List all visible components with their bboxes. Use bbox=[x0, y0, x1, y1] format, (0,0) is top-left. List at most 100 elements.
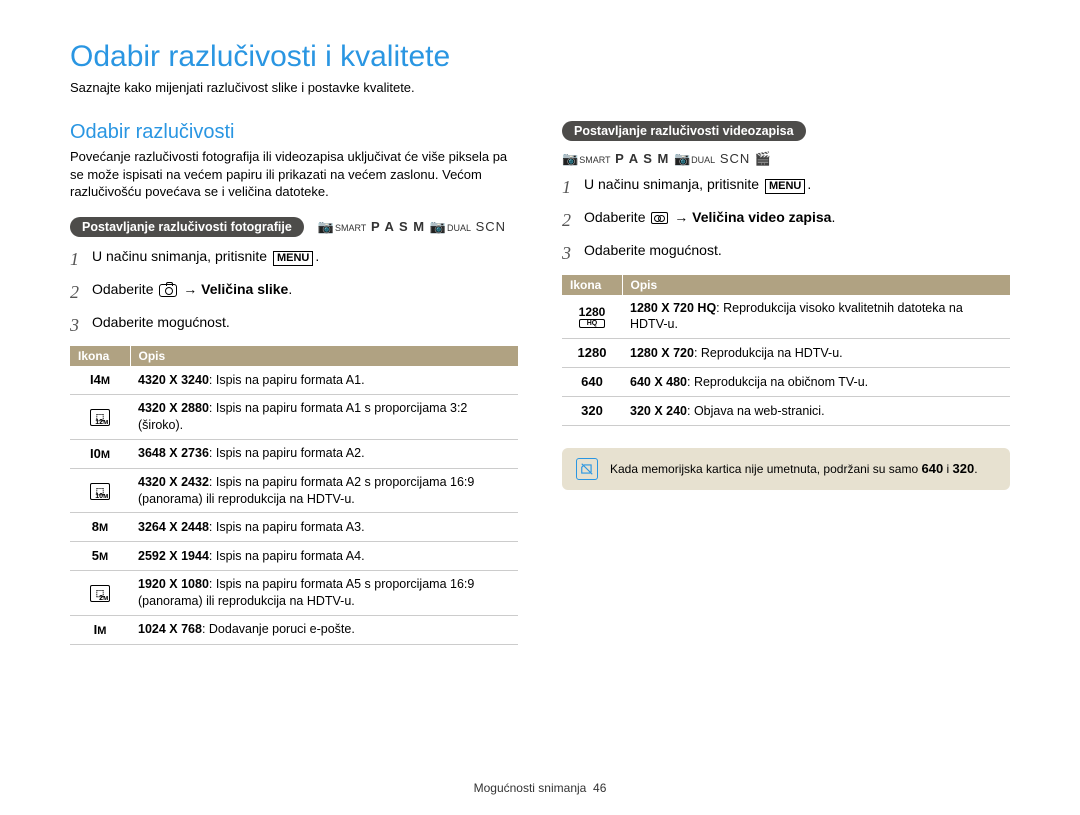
left-column: Odabir razlučivosti Povećanje razlučivos… bbox=[70, 121, 518, 645]
res-value: 320 X 240 bbox=[630, 404, 687, 418]
smart-icon: 📷SMART bbox=[318, 219, 367, 234]
table-row: 320 320 X 240: Objava na web-stranici. bbox=[562, 397, 1010, 426]
table-header-icon: Ikona bbox=[70, 346, 130, 366]
res-320-icon: 320 bbox=[581, 403, 603, 418]
mode-line: 📷SMART P A S M 📷DUAL SCN 🎬 bbox=[562, 151, 1010, 167]
dual-icon: 📷DUAL bbox=[674, 151, 715, 166]
step-number: 1 bbox=[70, 247, 92, 272]
section-title: Odabir razlučivosti bbox=[70, 121, 518, 144]
step-text: Odaberite bbox=[584, 209, 649, 225]
step-text: U načinu snimanja, pritisnite bbox=[92, 248, 271, 264]
res-8m-icon: 8M bbox=[92, 519, 108, 534]
dual-icon: 📷DUAL bbox=[430, 219, 471, 234]
section-desc: Povećanje razlučivosti fotografija ili v… bbox=[70, 148, 518, 201]
right-column: Postavljanje razlučivosti videozapisa 📷S… bbox=[562, 121, 1010, 645]
camera-icon bbox=[159, 284, 177, 297]
res-value: 3264 X 2448 bbox=[138, 520, 209, 534]
res-640-icon: 640 bbox=[581, 374, 603, 389]
table-header-desc: Opis bbox=[622, 275, 1010, 295]
footer-section: Mogućnosti snimanja bbox=[474, 781, 587, 795]
step-bold: Veličina slike bbox=[201, 281, 288, 297]
res-640-icon: 640 bbox=[921, 461, 943, 476]
smart-icon: 📷SMART bbox=[562, 151, 611, 166]
step-text: . bbox=[288, 281, 292, 297]
res-value: 3648 X 2736 bbox=[138, 446, 209, 460]
step-text: . bbox=[831, 209, 835, 225]
res-value: 1280 X 720 HQ bbox=[630, 301, 716, 315]
res-desc: : Ispis na papiru formata A2. bbox=[209, 446, 365, 460]
table-row: ⬚ 1920 X 1080: Ispis na papiru formata A… bbox=[70, 571, 518, 616]
photo-resolution-pill: Postavljanje razlučivosti fotografije bbox=[70, 217, 304, 237]
table-row: 5M 2592 X 1944: Ispis na papiru formata … bbox=[70, 542, 518, 571]
step-text: Odaberite bbox=[92, 281, 157, 297]
res-value: 4320 X 3240 bbox=[138, 373, 209, 387]
res-desc: : Ispis na papiru formata A4. bbox=[209, 549, 365, 563]
menu-button-icon: MENU bbox=[765, 179, 805, 194]
res-value: 1920 X 1080 bbox=[138, 577, 209, 591]
page-subtitle: Saznajte kako mijenjati razlučivost slik… bbox=[70, 80, 1010, 95]
step-text: Odaberite mogućnost. bbox=[92, 313, 518, 333]
note-icon bbox=[576, 458, 598, 480]
note-text: Kada memorijska kartica nije umetnuta, p… bbox=[610, 461, 978, 476]
table-header-desc: Opis bbox=[130, 346, 518, 366]
step-bold: Veličina video zapisa bbox=[692, 209, 831, 225]
table-row: 1280 1280 X 720: Reprodukcija na HDTV-u. bbox=[562, 339, 1010, 368]
res-320-icon: 320 bbox=[953, 461, 975, 476]
table-row: 8M 3264 X 2448: Ispis na papiru formata … bbox=[70, 513, 518, 542]
res-value: 1024 X 768 bbox=[138, 622, 202, 636]
res-value: 4320 X 2880 bbox=[138, 401, 209, 415]
res-value: 1280 X 720 bbox=[630, 346, 694, 360]
res-1280hq-icon: 1280HQ bbox=[579, 306, 606, 328]
step-number: 3 bbox=[562, 241, 584, 266]
step-number: 3 bbox=[70, 313, 92, 338]
res-desc: : Dodavanje poruci e-pošte. bbox=[202, 622, 355, 636]
res-10m-wide-icon: ⬚ bbox=[90, 483, 111, 500]
page-footer: Mogućnosti snimanja 46 bbox=[0, 781, 1080, 795]
res-12m-wide-icon: ⬚ bbox=[90, 409, 111, 426]
table-row: ⬚ 4320 X 2432: Ispis na papiru formata A… bbox=[70, 468, 518, 513]
video-resolution-pill: Postavljanje razlučivosti videozapisa bbox=[562, 121, 806, 141]
video-icon bbox=[651, 212, 668, 224]
res-value: 2592 X 1944 bbox=[138, 549, 209, 563]
mode-line: 📷SMART P A S M 📷DUAL SCN bbox=[318, 219, 506, 235]
page-title: Odabir razlučivosti i kvalitete bbox=[70, 40, 1010, 74]
footer-page-number: 46 bbox=[593, 781, 606, 795]
res-desc: : Ispis na papiru formata A1. bbox=[209, 373, 365, 387]
photo-resolution-table: Ikona Opis I4M 4320 X 3240: Ispis na pap… bbox=[70, 346, 518, 645]
video-resolution-table: Ikona Opis 1280HQ 1280 X 720 HQ: Reprodu… bbox=[562, 275, 1010, 426]
step-text: . bbox=[315, 248, 319, 264]
scn-mode-icon: SCN bbox=[476, 219, 506, 234]
res-2m-wide-icon: ⬚ bbox=[90, 585, 111, 602]
res-1m-icon: IM bbox=[94, 622, 107, 637]
note-box: Kada memorijska kartica nije umetnuta, p… bbox=[562, 448, 1010, 490]
res-desc: : Objava na web-stranici. bbox=[687, 404, 825, 418]
table-row: IM 1024 X 768: Dodavanje poruci e-pošte. bbox=[70, 615, 518, 644]
table-row: I4M 4320 X 3240: Ispis na papiru formata… bbox=[70, 366, 518, 394]
table-row: I0M 3648 X 2736: Ispis na papiru formata… bbox=[70, 439, 518, 468]
arrow-icon: → bbox=[179, 281, 201, 297]
res-desc: : Reprodukcija na HDTV-u. bbox=[694, 346, 843, 360]
menu-button-icon: MENU bbox=[273, 251, 313, 266]
res-value: 4320 X 2432 bbox=[138, 475, 209, 489]
step-text: . bbox=[807, 176, 811, 192]
step-text: U načinu snimanja, pritisnite bbox=[584, 176, 763, 192]
table-row: 1280HQ 1280 X 720 HQ: Reprodukcija visok… bbox=[562, 295, 1010, 339]
scn-mode-icon: SCN bbox=[720, 151, 750, 166]
mode-letters: P A S M bbox=[371, 219, 425, 234]
res-10m-icon: I0M bbox=[90, 446, 110, 461]
photo-steps: 1 U načinu snimanja, pritisnite MENU. 2 … bbox=[70, 247, 518, 339]
res-desc: : Reprodukcija na običnom TV-u. bbox=[687, 375, 868, 389]
arrow-icon: → bbox=[670, 209, 692, 225]
table-header-icon: Ikona bbox=[562, 275, 622, 295]
res-5m-icon: 5M bbox=[92, 548, 108, 563]
step-number: 2 bbox=[562, 208, 584, 233]
table-row: 640 640 X 480: Reprodukcija na običnom T… bbox=[562, 368, 1010, 397]
step-text: Odaberite mogućnost. bbox=[584, 241, 1010, 261]
table-row: ⬚ 4320 X 2880: Ispis na papiru formata A… bbox=[70, 395, 518, 440]
res-1280-icon: 1280 bbox=[578, 345, 607, 360]
video-mode-icon: 🎬 bbox=[755, 151, 772, 166]
res-14m-icon: I4M bbox=[90, 372, 110, 387]
mode-letters: P A S M bbox=[615, 151, 669, 166]
step-number: 2 bbox=[70, 280, 92, 305]
step-number: 1 bbox=[562, 175, 584, 200]
